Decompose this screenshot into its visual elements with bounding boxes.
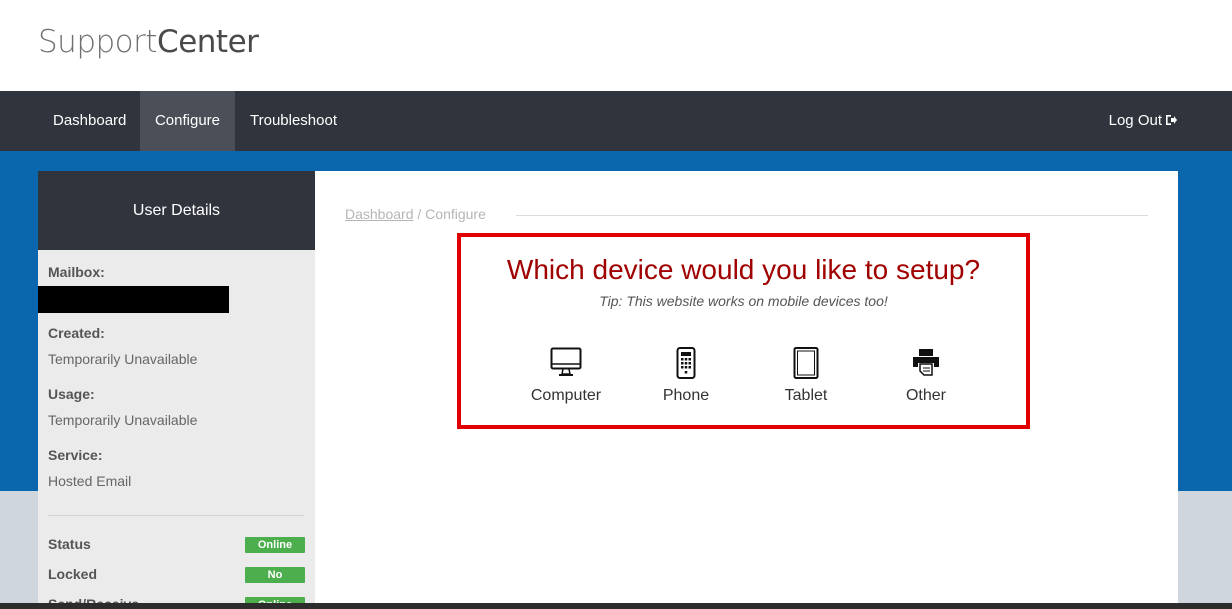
device-option-phone[interactable]: Phone (636, 347, 736, 409)
app-logo[interactable]: SupportCenter (38, 24, 259, 60)
device-option-tablet[interactable]: Tablet (756, 347, 856, 409)
panel-title: User Details (38, 171, 315, 250)
breadcrumb: Dashboard / Configure (345, 206, 486, 222)
nav-configure[interactable]: Configure (140, 91, 235, 151)
top-navbar: Dashboard Configure Troubleshoot Log Out (0, 91, 1232, 151)
locked-label: Locked (48, 566, 98, 582)
locked-row: Locked No (48, 566, 305, 586)
device-label-computer: Computer (530, 387, 602, 404)
device-label-other: Other (905, 387, 946, 404)
device-label-tablet: Tablet (784, 387, 828, 404)
panel-divider (48, 515, 304, 516)
service-value: Hosted Email (48, 473, 132, 489)
user-details-panel: User Details Mailbox: Created: Temporari… (38, 171, 315, 609)
status-label: Status (48, 536, 91, 552)
nav-troubleshoot[interactable]: Troubleshoot (235, 91, 352, 151)
breadcrumb-separator: / (413, 206, 426, 222)
breadcrumb-dashboard-link[interactable]: Dashboard (345, 206, 414, 222)
status-row: Status Online (48, 536, 305, 556)
device-question: Which device would you like to setup? (506, 254, 981, 285)
tablet-icon (793, 347, 819, 379)
computer-icon (550, 347, 582, 376)
created-value: Temporarily Unavailable (48, 351, 198, 367)
logo-light-text: Support (38, 24, 158, 60)
usage-label: Usage: (48, 386, 95, 402)
breadcrumb-current: Configure (425, 206, 486, 222)
app-header: SupportCenter (0, 0, 1232, 91)
phone-icon (676, 347, 696, 379)
mailbox-label: Mailbox: (48, 264, 105, 280)
main-content: Dashboard / Configure Which device would… (315, 171, 1178, 609)
device-selection-box: Which device would you like to setup? Ti… (457, 233, 1030, 429)
status-badge: Online (245, 537, 305, 553)
device-option-computer[interactable]: Computer (516, 347, 616, 409)
device-option-other[interactable]: Other (876, 347, 976, 409)
locked-badge: No (245, 567, 305, 583)
usage-value: Temporarily Unavailable (48, 412, 198, 428)
sign-out-icon (1166, 115, 1177, 125)
breadcrumb-rule (516, 215, 1148, 216)
service-label: Service: (48, 447, 103, 463)
printer-icon (913, 349, 939, 376)
logout-label: Log Out (1108, 112, 1162, 129)
footer-strip (0, 603, 1232, 609)
device-label-phone: Phone (662, 387, 710, 404)
logo-bold-text: Center (157, 24, 259, 60)
created-label: Created: (48, 325, 105, 341)
device-tip: Tip: This website works on mobile device… (599, 293, 888, 309)
logout-button[interactable]: Log Out (1094, 91, 1192, 151)
nav-dashboard[interactable]: Dashboard (38, 91, 141, 151)
redacted-mailbox-value (38, 286, 229, 313)
